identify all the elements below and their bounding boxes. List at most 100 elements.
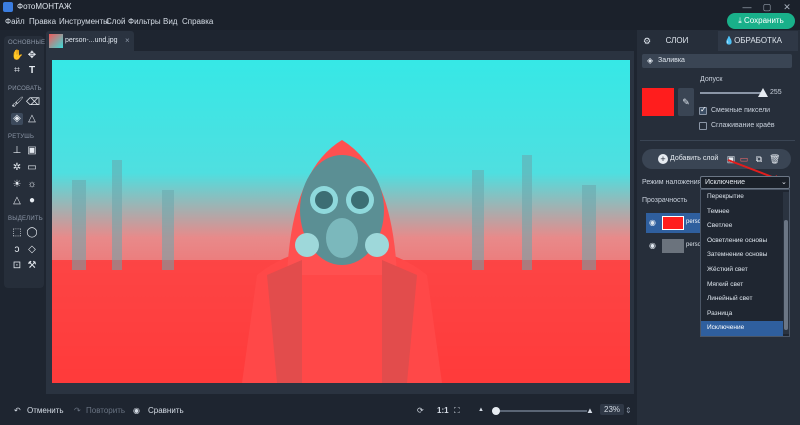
crop-icon[interactable]: ⌗: [11, 65, 23, 77]
layer-thumbnail: [662, 216, 684, 230]
fill-header: ◈ Заливка: [642, 54, 792, 68]
antialias-checkbox[interactable]: [699, 122, 707, 130]
drop-icon[interactable]: ●: [26, 195, 38, 207]
add-layer-button[interactable]: Добавить слой: [670, 155, 718, 162]
menu-view[interactable]: Вид: [163, 17, 177, 26]
menu-tools[interactable]: Инструменты: [59, 17, 109, 26]
quick-select-icon[interactable]: ⊡: [11, 260, 23, 272]
photo-canvas[interactable]: [52, 60, 630, 383]
menu-file[interactable]: Файл: [5, 17, 25, 26]
eraser-icon[interactable]: ⌫: [26, 97, 40, 109]
save-label: Сохранить: [744, 16, 784, 25]
check-icon: ✓: [700, 105, 707, 114]
fit-screen-icon[interactable]: ⛶: [454, 406, 460, 416]
tools-panel: ОСНОВНЫЕ ✋ ✥ ⌗ T РИСОВАТЬ 🖌 ⌫ ◈ △ РЕТУШЬ…: [4, 36, 45, 288]
tolerance-value[interactable]: 255: [770, 89, 782, 96]
edited-photo: [52, 60, 630, 383]
menu-layer[interactable]: Слой: [106, 17, 125, 26]
layer-item[interactable]: ◉ perso: [646, 236, 702, 256]
blend-option[interactable]: Разница: [701, 307, 783, 322]
fill-bucket-icon[interactable]: ◈: [11, 113, 23, 125]
blend-option[interactable]: Темнее: [701, 205, 783, 220]
undo-button[interactable]: Отменить: [27, 406, 64, 415]
shapes-icon[interactable]: △: [26, 113, 38, 125]
dodge-icon[interactable]: ☀: [11, 179, 23, 191]
rect-select-icon[interactable]: ⬚: [11, 227, 23, 239]
sliders-icon: ⚙: [643, 36, 652, 46]
tab-document[interactable]: person-...und.jpg ×: [46, 31, 134, 51]
tab-processing[interactable]: 💧 ОБРАБОТКА: [718, 31, 798, 51]
menu-edit[interactable]: Правка: [29, 17, 56, 26]
layer-item[interactable]: ◉ perso: [646, 213, 701, 233]
divider: [640, 140, 795, 141]
sharpen-icon[interactable]: △: [11, 195, 23, 207]
close-tab-icon[interactable]: ×: [125, 36, 130, 45]
blend-option[interactable]: Светлее: [701, 219, 783, 234]
panel-tabs: ⚙ СЛОИ 💧 ОБРАБОТКА: [637, 31, 798, 51]
healing-icon[interactable]: ✲: [11, 162, 23, 174]
blend-option[interactable]: Перекрытие: [701, 190, 783, 205]
minimize-button[interactable]: —: [738, 1, 756, 13]
dropdown-scrollbar-thumb[interactable]: [784, 220, 788, 330]
blend-mode-dropdown: Перекрытие Темнее Светлее Осветление осн…: [700, 189, 790, 337]
antialias-label: Сглаживание краёв: [711, 122, 775, 129]
close-button[interactable]: ✕: [778, 1, 796, 13]
title-bar: ФотоМОНТАЖ — ▢ ✕: [0, 0, 800, 14]
rotate-icon[interactable]: ⟳: [417, 406, 424, 415]
poly-lasso-icon[interactable]: ◇: [26, 244, 38, 256]
zoom-slider-handle[interactable]: [492, 407, 500, 415]
text-icon[interactable]: T: [26, 65, 38, 77]
eyedropper-icon[interactable]: ✎: [678, 88, 694, 116]
blend-mode-select[interactable]: Исключение ⌄: [700, 176, 790, 189]
blend-option[interactable]: Затемнение основы: [701, 248, 783, 263]
eye-icon[interactable]: ◉: [649, 241, 656, 250]
blur-icon[interactable]: ▭: [26, 162, 38, 174]
layer-thumbnail: [662, 239, 684, 253]
add-layer-icon[interactable]: +: [658, 154, 668, 164]
fill-title: Заливка: [658, 57, 685, 64]
actual-size-button[interactable]: 1:1: [437, 406, 449, 415]
blend-option[interactable]: Жёсткий свет: [701, 263, 783, 278]
blend-option-selected[interactable]: Исключение: [701, 321, 783, 336]
compare-button[interactable]: Сравнить: [148, 406, 184, 415]
tab-processing-label: ОБРАБОТКА: [734, 36, 782, 45]
blend-mode-value: Исключение: [705, 179, 746, 186]
layer-name: perso: [686, 242, 702, 248]
undo-icon[interactable]: ↶: [14, 406, 21, 415]
redo-icon[interactable]: ↷: [74, 406, 81, 415]
fill-color-swatch[interactable]: [642, 88, 674, 116]
zoom-slider[interactable]: [492, 410, 587, 412]
contiguous-label: Смежные пиксели: [711, 107, 771, 114]
patch-icon[interactable]: ▣: [26, 145, 38, 157]
eye-icon[interactable]: ◉: [649, 218, 656, 227]
hand-icon[interactable]: ✋: [11, 50, 23, 62]
redo-button[interactable]: Повторить: [86, 406, 125, 415]
zoom-value[interactable]: 23%: [600, 404, 625, 415]
blend-option[interactable]: Линейный свет: [701, 292, 783, 307]
maximize-button[interactable]: ▢: [758, 1, 776, 13]
tolerance-label: Допуск: [700, 76, 723, 83]
compare-icon[interactable]: ◉: [133, 406, 140, 415]
blend-option[interactable]: Мягкий свет: [701, 278, 783, 293]
tab-layers[interactable]: ⚙ СЛОИ: [637, 31, 717, 51]
opacity-label: Прозрачность: [642, 197, 688, 204]
save-button[interactable]: ⤓ Сохранить: [727, 13, 795, 29]
brush-icon[interactable]: 🖌: [11, 97, 24, 109]
document-thumbnail: [49, 34, 63, 48]
move-icon[interactable]: ✥: [26, 50, 38, 62]
ellipse-select-icon[interactable]: ◯: [26, 227, 38, 239]
menu-filters[interactable]: Фильтры: [128, 17, 161, 26]
tolerance-slider-handle[interactable]: [758, 88, 768, 97]
magic-wand-icon[interactable]: ⚒: [26, 260, 38, 272]
zoom-stepper-icon[interactable]: ⇕: [625, 406, 632, 415]
lasso-icon[interactable]: ↄ: [11, 244, 23, 256]
burn-icon[interactable]: ☼: [26, 179, 38, 191]
zoom-out-icon[interactable]: ▲: [478, 407, 484, 413]
chevron-down-icon: ⌄: [781, 179, 787, 186]
tolerance-slider[interactable]: [700, 92, 765, 94]
app-title: ФотоМОНТАЖ: [17, 2, 72, 11]
stamp-icon[interactable]: ⊥: [11, 145, 23, 157]
menu-help[interactable]: Справка: [182, 17, 213, 26]
blend-option[interactable]: Осветление основы: [701, 234, 783, 249]
zoom-in-icon[interactable]: ▲: [586, 406, 594, 415]
